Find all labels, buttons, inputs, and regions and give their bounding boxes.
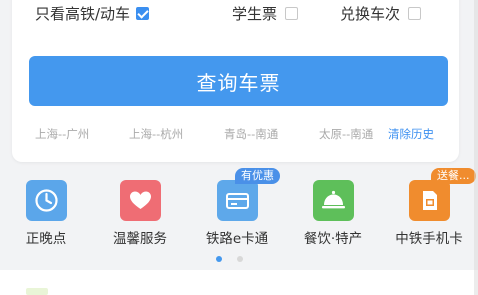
clock-icon [26, 180, 67, 221]
shortcut-label: 温馨服务 [113, 231, 167, 247]
high-speed-only-checkbox[interactable] [136, 7, 150, 20]
discount-badge: 有优惠 [235, 168, 280, 184]
exchange-train-label: 兑换车次 [340, 5, 401, 23]
card-icon [217, 180, 258, 221]
heart-icon [120, 180, 161, 221]
shortcut-label: 餐饮·特产 [303, 231, 363, 247]
high-speed-only-label: 只看高铁/动车 [35, 5, 131, 23]
query-tickets-button[interactable]: 查询车票 [29, 56, 448, 106]
sim-card-icon [409, 180, 450, 221]
carousel-dot-active[interactable] [216, 256, 222, 262]
next-section [0, 270, 478, 295]
promo-badge: 送餐... [431, 168, 476, 184]
shortcut-label: 铁路e卡通 [205, 231, 269, 247]
section-icon [26, 288, 48, 295]
dining-bell-icon [313, 180, 354, 221]
history-item[interactable]: 青岛--南通 [224, 126, 278, 142]
shortcut-label: 正晚点 [25, 231, 67, 247]
filter-options: 只看高铁/动车 学生票 兑换车次 [12, 3, 459, 25]
student-ticket-checkbox[interactable] [285, 7, 299, 20]
clear-history-link[interactable]: 清除历史 [388, 126, 434, 142]
carousel-indicator [0, 256, 478, 262]
shortcut-grid: 正晚点 温馨服务 有优惠 铁路e卡通 餐饮·特产 送餐... 中铁手机卡 [0, 168, 478, 248]
carousel-dot[interactable] [237, 256, 243, 262]
student-ticket-option[interactable]: 学生票 [232, 3, 299, 24]
history-item[interactable]: 上海--杭州 [129, 126, 183, 142]
exchange-train-option[interactable]: 兑换车次 [340, 3, 422, 24]
search-history: 上海--广州 上海--杭州 青岛--南通 太原--南通 清除历史 [12, 126, 459, 144]
exchange-train-checkbox[interactable] [408, 7, 422, 20]
student-ticket-label: 学生票 [232, 5, 278, 23]
scrollbar[interactable] [474, 0, 478, 295]
shortcut-label: 中铁手机卡 [395, 231, 463, 247]
high-speed-only-option[interactable]: 只看高铁/动车 [35, 3, 150, 24]
history-item[interactable]: 太原--南通 [319, 126, 381, 142]
history-item[interactable]: 上海--广州 [35, 126, 89, 142]
ticket-search-card: 只看高铁/动车 学生票 兑换车次 查询车票 上海--广州 上海--杭州 青岛--… [12, 0, 459, 162]
